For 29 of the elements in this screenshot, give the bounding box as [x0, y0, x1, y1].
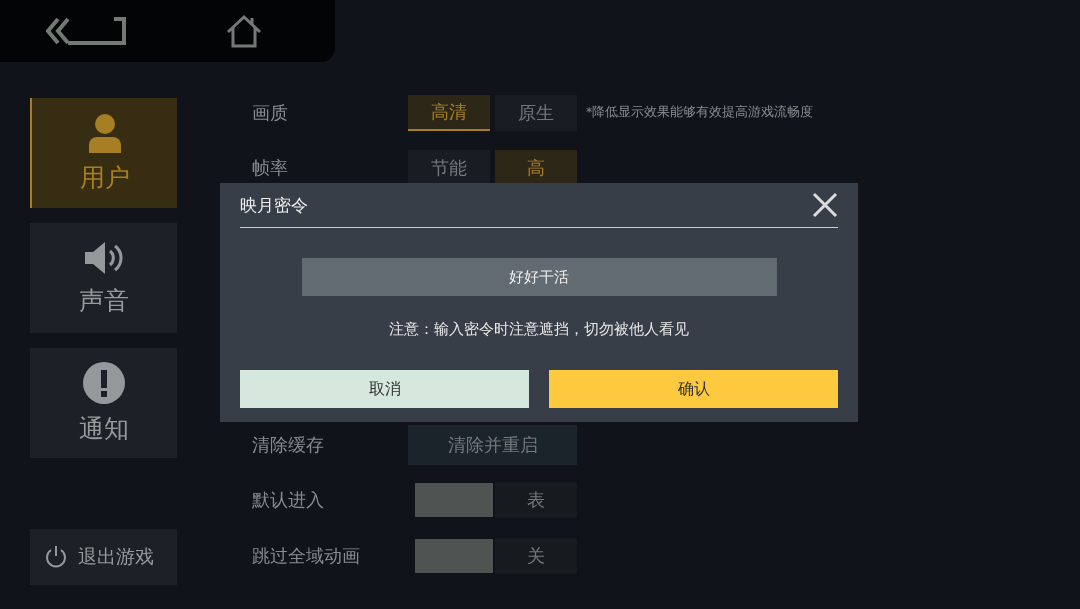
clear-restart-button[interactable]: 清除并重启 [408, 425, 577, 466]
power-icon [44, 545, 68, 569]
confirm-button[interactable]: 确认 [549, 370, 838, 408]
user-icon [86, 112, 123, 153]
sidebar-tab[interactable]: 用户 [30, 98, 177, 208]
cancel-button[interactable]: 取消 [240, 370, 529, 408]
sidebar-tab[interactable]: 通知 [30, 348, 177, 458]
back-icon[interactable] [46, 15, 126, 47]
close-button[interactable] [812, 192, 838, 218]
sidebar-tab[interactable]: 声音 [30, 223, 177, 333]
option-button[interactable]: 高清 [408, 94, 490, 131]
setting-label: 跳过全域动画 [252, 543, 361, 568]
speaker-icon [82, 239, 125, 276]
setting-label: 帧率 [252, 156, 289, 181]
setting-label: 默认进入 [252, 488, 325, 513]
password-field[interactable]: 好好干活 [301, 258, 777, 296]
toggle-value: 表 [495, 482, 577, 519]
home-icon[interactable] [226, 14, 262, 48]
toggle-knob[interactable] [415, 483, 493, 518]
toggle-knob[interactable] [415, 538, 493, 573]
warning-text: 注意：输入密令时注意遮挡，切勿被他人看见 [389, 320, 689, 339]
dialog-title: 映月密令 [240, 193, 308, 217]
option-button[interactable]: 原生 [495, 94, 577, 131]
exit-game-button[interactable]: 退出游戏 [30, 529, 177, 585]
hint-text: *降低显示效果能够有效提高游戏流畅度 [586, 104, 814, 122]
toggle-value: 关 [495, 537, 577, 574]
alert-icon [82, 361, 125, 404]
setting-label: 画质 [252, 100, 289, 125]
setting-label: 清除缓存 [252, 433, 325, 458]
